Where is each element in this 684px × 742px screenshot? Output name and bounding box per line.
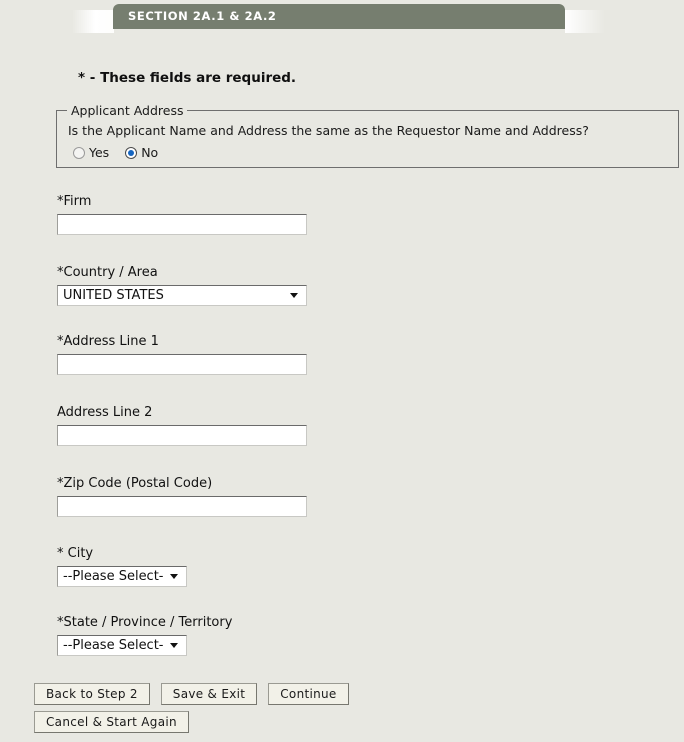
field-firm: *Firm (57, 194, 307, 235)
tab-fade-right-decoration (565, 10, 605, 33)
city-select[interactable]: --Please Select-- (57, 566, 187, 587)
city-label: * City (57, 546, 94, 561)
field-address-line-2: Address Line 2 (57, 405, 307, 446)
radio-option-no[interactable]: No (125, 145, 158, 160)
save-and-exit-button[interactable]: Save & Exit (160, 683, 258, 705)
primary-button-row: Back to Step 2 Save & Exit Continue (34, 683, 349, 705)
address-line-2-label: Address Line 2 (57, 405, 153, 420)
country-area-select[interactable]: UNITED STATES (57, 285, 307, 306)
address-line-1-input[interactable] (57, 354, 307, 375)
firm-label: *Firm (57, 194, 92, 209)
radio-yes-indicator-icon[interactable] (73, 146, 85, 159)
address-line-2-input[interactable] (57, 425, 307, 446)
cancel-and-start-again-button[interactable]: Cancel & Start Again (34, 711, 189, 733)
field-zip-code: *Zip Code (Postal Code) (57, 476, 307, 517)
required-fields-note: * - These fields are required. (78, 70, 297, 86)
radio-yes-label: Yes (89, 145, 110, 160)
country-area-selected-value: UNITED STATES (63, 288, 164, 303)
section-tab-title: SECTION 2A.1 & 2A.2 (113, 4, 565, 29)
field-address-line-1: *Address Line 1 (57, 334, 307, 375)
applicant-address-question: Is the Applicant Name and Address the sa… (68, 123, 589, 138)
zip-code-label: *Zip Code (Postal Code) (57, 476, 213, 491)
applicant-address-legend: Applicant Address (67, 103, 188, 118)
state-province-territory-select[interactable]: --Please Select-- (57, 635, 187, 656)
field-state-province-territory: *State / Province / Territory --Please S… (57, 615, 232, 656)
secondary-button-row: Cancel & Start Again (34, 711, 189, 733)
city-selected-value: --Please Select-- (63, 569, 164, 584)
country-area-label: *Country / Area (57, 265, 158, 280)
continue-button[interactable]: Continue (268, 683, 349, 705)
chevron-down-icon (170, 643, 178, 648)
back-to-step-2-button[interactable]: Back to Step 2 (34, 683, 150, 705)
state-province-territory-label: *State / Province / Territory (57, 615, 233, 630)
radio-no-label: No (141, 145, 159, 160)
tab-fade-left-decoration (72, 10, 114, 33)
section-tab-strip: SECTION 2A.1 & 2A.2 (0, 0, 684, 33)
radio-option-yes[interactable]: Yes (73, 145, 109, 160)
state-province-territory-selected-value: --Please Select-- (63, 638, 164, 653)
firm-input[interactable] (57, 214, 307, 235)
applicant-address-fieldset: Applicant Address Is the Applicant Name … (56, 103, 679, 168)
field-country-area: *Country / Area UNITED STATES (57, 265, 307, 306)
radio-no-indicator-icon[interactable] (125, 146, 138, 159)
chevron-down-icon (170, 574, 178, 579)
zip-code-input[interactable] (57, 496, 307, 517)
chevron-down-icon (290, 293, 298, 298)
field-city: * City --Please Select-- (57, 546, 187, 587)
address-line-1-label: *Address Line 1 (57, 334, 159, 349)
applicant-address-radio-group: Yes No (73, 145, 158, 160)
